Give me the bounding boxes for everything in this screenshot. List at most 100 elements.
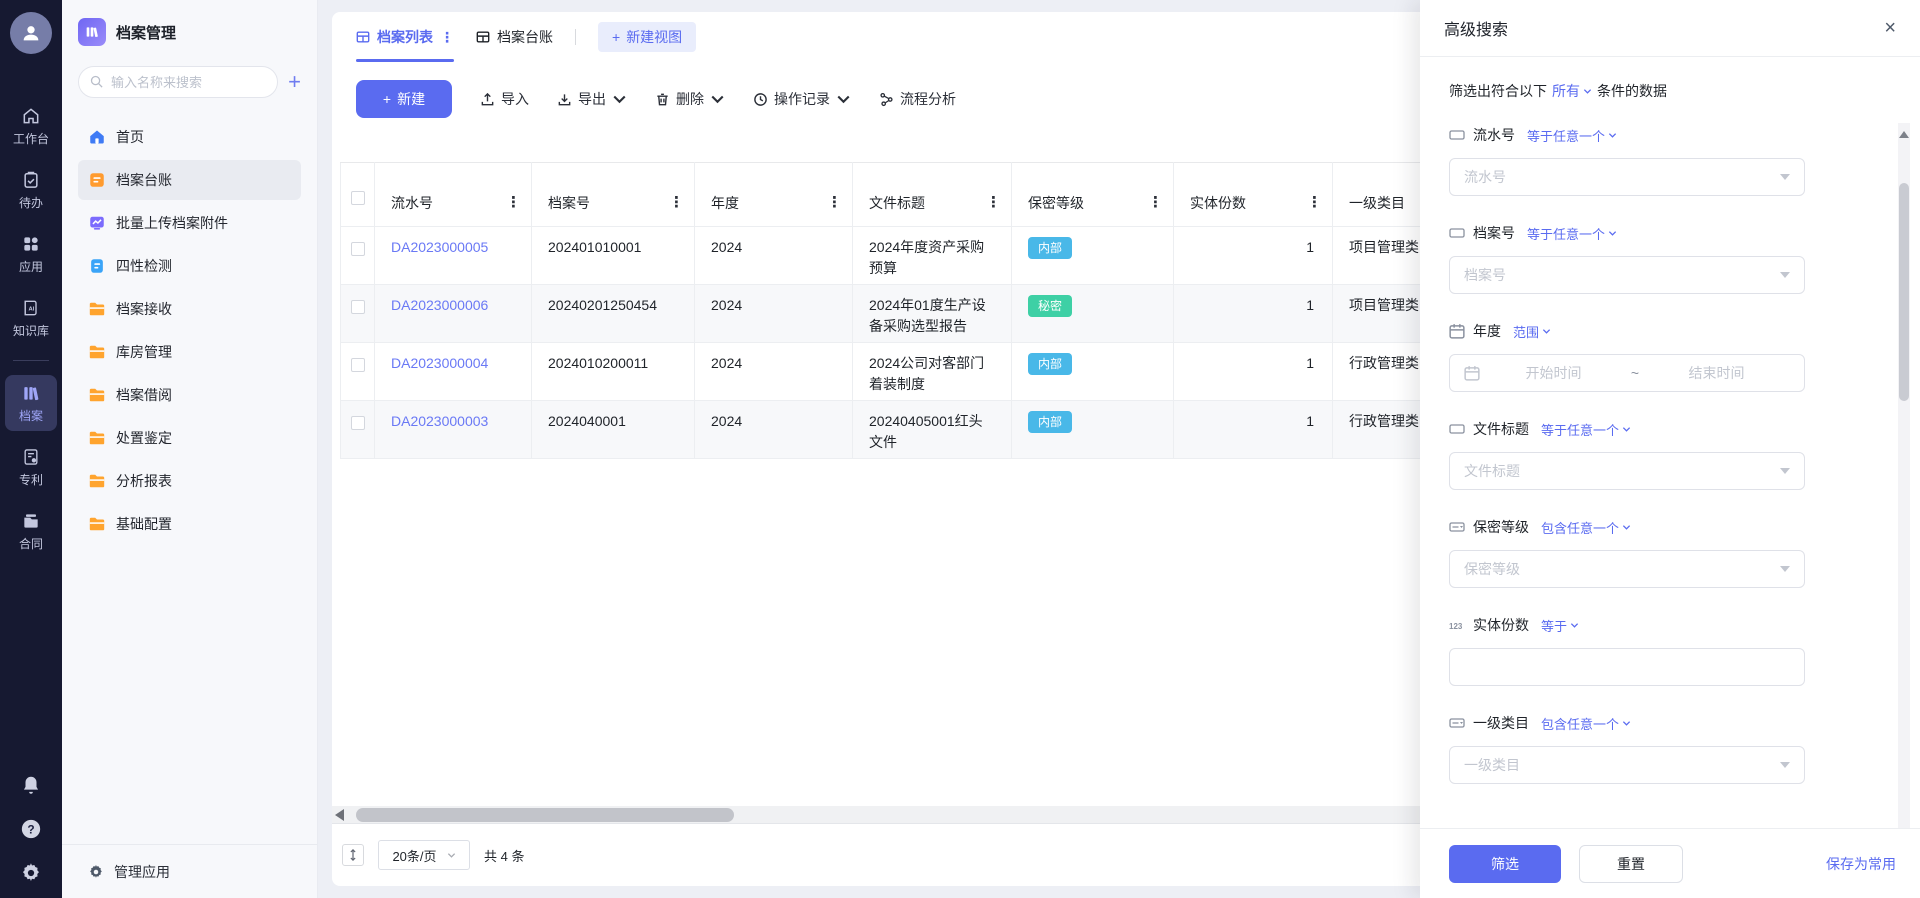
panel-scrollbar[interactable] (1898, 123, 1910, 828)
rail-item-todo[interactable]: 待办 (5, 162, 57, 218)
rail-item-workbench[interactable]: 工作台 (5, 98, 57, 154)
rail-item-contract[interactable]: 合同 (5, 503, 57, 559)
sidebar-item-home[interactable]: 首页 (78, 117, 301, 157)
sidebar-item-base-config[interactable]: 基础配置 (78, 504, 301, 544)
notifications-bell-icon[interactable] (20, 774, 42, 796)
tab-menu-icon[interactable]: ⋮ (440, 29, 454, 46)
user-avatar[interactable] (10, 12, 52, 54)
column-menu-icon[interactable]: ⋮ (1307, 195, 1322, 210)
column-menu-icon[interactable]: ⋮ (827, 195, 842, 210)
panel-footer: 筛选 重置 保存为常用 (1420, 828, 1920, 898)
rail-item-archive[interactable]: 档案 (5, 375, 57, 431)
dropdown-caret-icon (1780, 272, 1790, 278)
column-menu-icon[interactable]: ⋮ (506, 195, 521, 210)
column-header: 文件标题 (869, 195, 925, 211)
tab-archive-list[interactable]: 档案列表 ⋮ (356, 12, 454, 62)
copies-filter-input[interactable] (1449, 648, 1805, 686)
security-level-badge: 内部 (1028, 353, 1073, 375)
operation-log-button[interactable]: 操作记录 (753, 89, 851, 109)
sidebar-item-receive[interactable]: 档案接收 (78, 289, 301, 329)
security-level-filter-select[interactable]: 保密等级 (1449, 550, 1805, 588)
advanced-search-panel: 高级搜索 × 筛选出符合以下 所有 条件的数据 流水号 等于任意一个 流水号 档… (1420, 0, 1920, 898)
delete-button[interactable]: 删除 (655, 89, 725, 109)
year-range-picker[interactable]: 开始时间 ~ 结束时间 (1449, 354, 1805, 392)
archive-no-filter-select[interactable]: 档案号 (1449, 256, 1805, 294)
filter-field-serial: 流水号 等于任意一个 流水号 (1449, 125, 1805, 196)
folder-icon (89, 345, 105, 359)
add-button[interactable]: + (288, 71, 301, 93)
page-size-select[interactable]: 20条/页 (378, 840, 470, 870)
reset-button[interactable]: 重置 (1579, 844, 1683, 883)
row-height-button[interactable] (342, 844, 364, 866)
scrollbar-thumb[interactable] (356, 808, 734, 822)
scrollbar-thumb[interactable] (1899, 183, 1909, 401)
copies-cell: 1 (1173, 400, 1333, 459)
export-button[interactable]: 导出 (557, 89, 627, 109)
sidebar-item-borrow[interactable]: 档案借阅 (78, 375, 301, 415)
column-menu-icon[interactable]: ⋮ (986, 195, 1001, 210)
flow-icon (880, 92, 893, 106)
filter-button[interactable]: 筛选 (1449, 844, 1561, 883)
rail-bottom: ? (20, 774, 42, 884)
operator-select[interactable]: 包含任意一个 (1541, 714, 1631, 733)
flow-analysis-button[interactable]: 流程分析 (879, 89, 956, 109)
serial-link[interactable]: DA2023000006 (391, 297, 488, 313)
create-button[interactable]: + 新建 (356, 80, 452, 118)
title-filter-select[interactable]: 文件标题 (1449, 452, 1805, 490)
chevron-down-icon (1622, 524, 1631, 530)
row-checkbox[interactable] (350, 242, 365, 256)
scroll-left-icon[interactable] (335, 809, 344, 821)
rail-item-patent[interactable]: 专利 (5, 439, 57, 495)
row-checkbox[interactable] (350, 358, 365, 372)
match-mode-select[interactable]: 所有 (1552, 81, 1592, 101)
row-checkbox[interactable] (350, 300, 365, 314)
column-menu-icon[interactable]: ⋮ (1148, 195, 1163, 210)
sidebar-item-disposal[interactable]: 处置鉴定 (78, 418, 301, 458)
serial-link[interactable]: DA2023000003 (391, 413, 488, 429)
start-date-placeholder[interactable]: 开始时间 (1480, 363, 1627, 383)
sidebar-item-label: 档案接收 (116, 301, 172, 317)
serial-link[interactable]: DA2023000004 (391, 355, 488, 371)
close-icon[interactable]: × (1884, 18, 1896, 38)
select-all-checkbox[interactable] (350, 191, 365, 205)
manage-apps-button[interactable]: 管理应用 (62, 844, 317, 898)
row-checkbox[interactable] (350, 416, 365, 430)
operator-select[interactable]: 范围 (1513, 322, 1551, 341)
sidebar-item-warehouse[interactable]: 库房管理 (78, 332, 301, 372)
title-cell: 2024年度资产采购预算 (852, 226, 1012, 285)
import-button[interactable]: 导入 (480, 89, 529, 109)
serial-filter-select[interactable]: 流水号 (1449, 158, 1805, 196)
chevron-down-icon (837, 95, 850, 103)
scroll-up-icon[interactable] (1899, 131, 1909, 138)
rail-item-apps[interactable]: 应用 (5, 226, 57, 282)
sidebar-search-input[interactable] (78, 66, 279, 98)
operator-select[interactable]: 等于任意一个 (1527, 126, 1617, 145)
operator-select[interactable]: 等于任意一个 (1527, 224, 1617, 243)
tab-archive-ledger[interactable]: 档案台账 (476, 12, 553, 62)
sidebar-item-label: 首页 (116, 129, 144, 145)
category-filter-select[interactable]: 一级类目 (1449, 746, 1805, 784)
sidebar-item-batch-upload[interactable]: 批量上传档案附件 (78, 203, 301, 243)
calendar-icon (1449, 324, 1465, 339)
settings-gear-icon[interactable] (20, 862, 42, 884)
sidebar-item-reports[interactable]: 分析报表 (78, 461, 301, 501)
sidebar-item-quality-check[interactable]: 四性检测 (78, 246, 301, 286)
serial-link[interactable]: DA2023000005 (391, 239, 488, 255)
chevron-down-icon (1542, 328, 1551, 334)
batch-upload-chart-icon (90, 216, 104, 230)
operator-select[interactable]: 包含任意一个 (1541, 518, 1631, 537)
save-as-common-link[interactable]: 保存为常用 (1826, 854, 1896, 874)
end-date-placeholder[interactable]: 结束时间 (1643, 363, 1790, 383)
trash-icon (657, 93, 668, 105)
operator-select[interactable]: 等于任意一个 (1541, 420, 1631, 439)
rail-item-label: 知识库 (12, 323, 49, 338)
help-icon[interactable]: ? (20, 818, 42, 840)
dropdown-caret-icon (1780, 566, 1790, 572)
column-menu-icon[interactable]: ⋮ (669, 195, 684, 210)
tab-label: 档案列表 (377, 29, 433, 45)
new-view-button[interactable]: + 新建视图 (598, 22, 697, 52)
sidebar-item-ledger[interactable]: 档案台账 (78, 160, 301, 200)
operator-select[interactable]: 等于 (1541, 616, 1579, 635)
rail-item-knowledge[interactable]: AI 知识库 (5, 290, 57, 346)
copies-cell: 1 (1173, 342, 1333, 401)
